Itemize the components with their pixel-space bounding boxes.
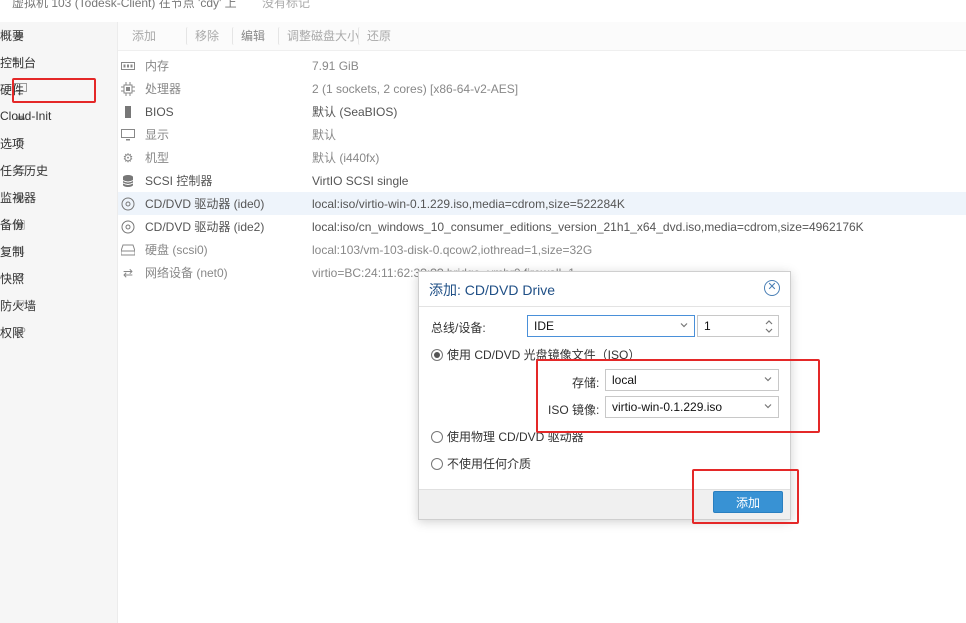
- row-name: BIOS: [145, 104, 174, 119]
- row-name: 处理器: [145, 82, 182, 96]
- sidebar-item-label: 控制台: [0, 55, 37, 70]
- row-name: 内存: [145, 59, 170, 73]
- sidebar-item-label: 任务历史: [0, 163, 49, 178]
- row-value: 默认 (SeaBIOS): [312, 105, 398, 119]
- row-name: CD/DVD 驱动器 (ide0): [145, 197, 265, 211]
- edit-button[interactable]: 编辑: [232, 27, 273, 45]
- bus-device-label: 总线/设备:: [431, 321, 486, 335]
- sidebar-item-label: Cloud-Init: [0, 109, 52, 123]
- hdd-icon: [120, 242, 136, 258]
- sidebar-item-permissions[interactable]: ☍ 权限: [0, 319, 117, 345]
- sidebar-item-label: 备份: [0, 217, 25, 232]
- memory-icon: [120, 58, 136, 74]
- table-row[interactable]: SCSI 控制器 VirtIO SCSI single: [118, 169, 966, 192]
- chevron-up-icon[interactable]: [765, 319, 773, 325]
- remove-button[interactable]: 移除: [186, 27, 227, 45]
- sidebar-item-cloud-init[interactable]: ☁ Cloud-Init: [0, 103, 117, 129]
- table-row[interactable]: CD/DVD 驱动器 (ide2) local:iso/cn_windows_1…: [118, 215, 966, 238]
- radio-button[interactable]: [431, 457, 443, 470]
- sidebar-item-label: 防火墙: [0, 298, 37, 313]
- chevron-down-icon: [680, 323, 688, 328]
- bus-select[interactable]: IDE: [527, 315, 695, 337]
- table-row[interactable]: 内存 7.91 GiB: [118, 54, 966, 77]
- title-bar: 虚拟机 103 (Todesk-Client) 在节点 'cdy' 上 没有标记: [0, 0, 966, 10]
- hardware-toolbar: 添加 移除 编辑 调整磁盘大小 还原: [118, 22, 966, 51]
- row-value: 2 (1 sockets, 2 cores) [x86-64-v2-AES]: [312, 81, 519, 96]
- radio-no-media[interactable]: 不使用任何介质: [431, 455, 531, 472]
- radio-button[interactable]: [431, 348, 443, 361]
- dialog-title: 添加: CD/DVD Drive: [429, 282, 556, 298]
- cdrom-icon: [120, 196, 136, 212]
- row-name: 机型: [145, 151, 170, 165]
- annotation-box-iso-selection: [536, 359, 820, 433]
- bus-select-value: IDE: [534, 319, 555, 333]
- row-value: local:iso/virtio-win-0.1.229.iso,media=c…: [312, 196, 625, 211]
- row-value: VirtIO SCSI single: [312, 173, 409, 188]
- row-name: 显示: [145, 128, 170, 142]
- table-row[interactable]: CD/DVD 驱动器 (ide0) local:iso/virtio-win-0…: [118, 192, 966, 215]
- radio-button[interactable]: [431, 430, 443, 443]
- sidebar-item-task-history[interactable]: ☰ 任务历史: [0, 157, 117, 183]
- dialog-header: 添加: CD/DVD Drive ✕: [419, 272, 790, 307]
- chevron-down-icon[interactable]: [765, 328, 773, 334]
- add-button[interactable]: 添加: [124, 27, 164, 45]
- tags-note[interactable]: 没有标记: [262, 0, 310, 11]
- sidebar-item-firewall[interactable]: ⛨ 防火墙: [0, 292, 117, 318]
- sidebar-item-label: 监视器: [0, 190, 37, 205]
- table-row[interactable]: 处理器 2 (1 sockets, 2 cores) [x86-64-v2-AE…: [118, 77, 966, 100]
- table-row[interactable]: 显示 默认: [118, 123, 966, 146]
- sidebar-item-label: 快照: [0, 271, 25, 286]
- row-value: local:103/vm-103-disk-0.qcow2,iothread=1…: [312, 242, 593, 257]
- sidebar: ■ 概要 >_ 控制台 硬件 ☁ Cloud-Init ⚙ 选项 ☰ 任务历史 …: [0, 22, 118, 623]
- sidebar-item-options[interactable]: ⚙ 选项: [0, 130, 117, 156]
- annotation-box-add-button: [692, 469, 799, 524]
- row-name: SCSI 控制器: [145, 174, 213, 188]
- cdrom-icon: [120, 219, 136, 235]
- row-name: 硬盘 (scsi0): [145, 243, 208, 257]
- sidebar-item-label: 复制: [0, 244, 25, 259]
- row-value: 默认: [312, 128, 337, 142]
- row-value: 默认 (i440fx): [312, 151, 380, 165]
- table-row[interactable]: BIOS 默认 (SeaBIOS): [118, 100, 966, 123]
- close-icon[interactable]: ✕: [764, 280, 780, 296]
- row-value: local:iso/cn_windows_10_consumer_edition…: [312, 219, 864, 234]
- radio-label: 不使用任何介质: [447, 457, 532, 471]
- sidebar-item-summary[interactable]: ■ 概要: [0, 22, 117, 48]
- row-value: 7.91 GiB: [312, 58, 359, 73]
- chip-icon: [120, 104, 136, 120]
- device-number-value: 1: [704, 319, 711, 333]
- desktop-icon: [120, 127, 136, 143]
- table-row[interactable]: 硬盘 (scsi0) local:103/vm-103-disk-0.qcow2…: [118, 238, 966, 261]
- row-name: 网络设备 (net0): [145, 266, 228, 280]
- vm-title: 虚拟机 103 (Todesk-Client) 在节点 'cdy' 上: [12, 0, 237, 10]
- row-name: CD/DVD 驱动器 (ide2): [145, 220, 265, 234]
- sidebar-item-replication[interactable]: ⇅ 复制: [0, 238, 117, 264]
- cogs-icon: ⚙: [122, 150, 134, 165]
- annotation-box-hardware: [12, 78, 96, 103]
- sidebar-item-monitor[interactable]: ◉ 监视器: [0, 184, 117, 210]
- device-number-stepper[interactable]: 1: [697, 315, 779, 337]
- cpu-icon: [120, 81, 136, 97]
- sidebar-item-label: 概要: [0, 28, 25, 43]
- sidebar-item-backup[interactable]: ▣ 备份: [0, 211, 117, 237]
- sidebar-item-snapshot[interactable]: ↺ 快照: [0, 265, 117, 291]
- network-icon: ⇄: [122, 265, 134, 280]
- database-icon: [120, 173, 136, 189]
- sidebar-item-label: 选项: [0, 136, 25, 151]
- sidebar-item-console[interactable]: >_ 控制台: [0, 49, 117, 75]
- sidebar-item-label: 权限: [0, 325, 25, 340]
- table-row[interactable]: ⚙ 机型 默认 (i440fx): [118, 146, 966, 169]
- resize-disk-button[interactable]: 调整磁盘大小: [278, 27, 367, 45]
- revert-button[interactable]: 还原: [358, 27, 399, 45]
